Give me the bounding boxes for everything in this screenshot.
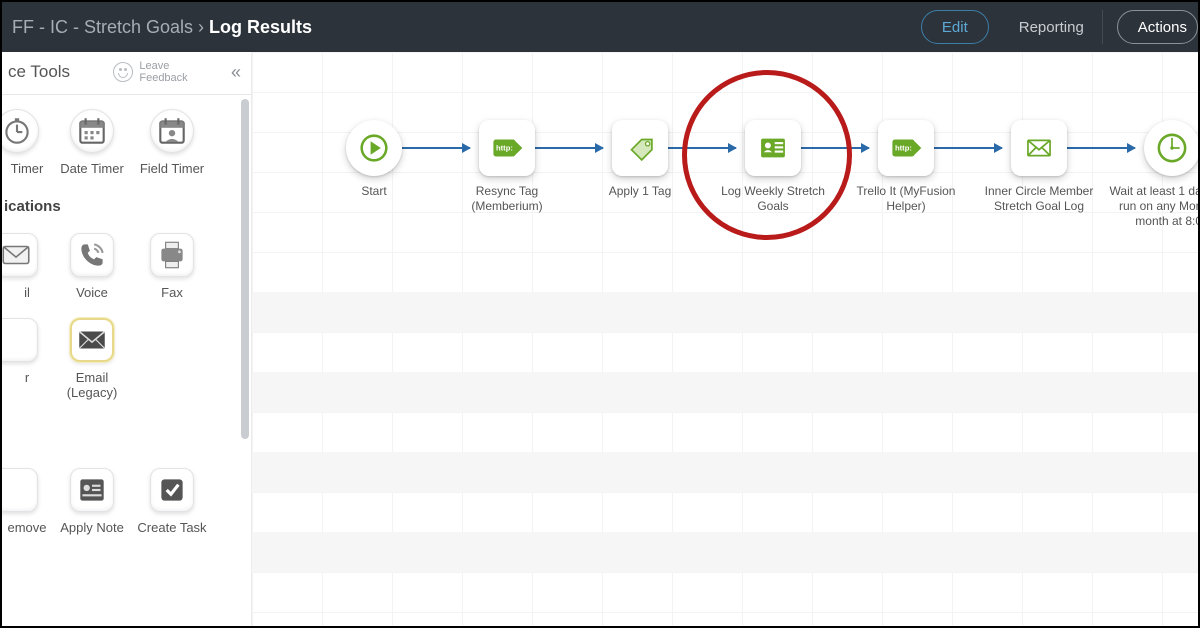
flow-arrow (1067, 147, 1135, 149)
node-label: Start (309, 184, 439, 199)
blank-icon (2, 318, 38, 362)
play-icon (346, 120, 402, 176)
flow-node-start[interactable]: Start (342, 120, 406, 199)
task-icon (150, 468, 194, 512)
blank-icon (2, 468, 38, 512)
clock-icon (2, 109, 39, 153)
tool-create-task[interactable]: Create Task (132, 468, 212, 535)
tool-mail-partial[interactable]: il (2, 233, 52, 300)
calendar-user-icon (150, 109, 194, 153)
flow-arrow (934, 147, 1002, 149)
tool-apply-note[interactable]: Apply Note (52, 468, 132, 535)
node-label: Inner Circle Member Stretch Goal Log (974, 184, 1104, 214)
svg-text:http:: http: (895, 144, 912, 153)
http-icon: http: (479, 120, 535, 176)
tool-email-legacy[interactable]: Email (Legacy) (52, 318, 132, 400)
tool-label: Email (Legacy) (52, 370, 132, 400)
calendar-icon (70, 109, 114, 153)
clock-icon (1144, 120, 1198, 176)
tools-sidebar: ce Tools LeaveFeedback « Timer (2, 52, 252, 626)
tool-timer[interactable]: Timer (2, 109, 52, 176)
tool-label: Date Timer (60, 161, 124, 176)
workflow-canvas[interactable]: Start http: Resync Tag (Memberium) Apply… (252, 52, 1198, 626)
tool-label: Field Timer (140, 161, 204, 176)
node-label: Resync Tag (Memberium) (442, 184, 572, 214)
flow-node-stretch-log[interactable]: Inner Circle Member Stretch Goal Log (1007, 120, 1071, 214)
tool-date-timer[interactable]: Date Timer (52, 109, 132, 176)
tool-label: Fax (161, 285, 183, 300)
actions-button[interactable]: Actions (1117, 10, 1198, 44)
flow-arrow (402, 147, 470, 149)
flow-node-apply-tag[interactable]: Apply 1 Tag (608, 120, 672, 199)
mail-icon (70, 318, 114, 362)
flow-arrow (801, 147, 869, 149)
flow-arrow (535, 147, 603, 149)
tool-partial-left[interactable]: r (2, 318, 52, 400)
tool-label: Create Task (137, 520, 206, 535)
node-label: Wait at least 1 day then run on any Mon … (1107, 184, 1198, 229)
node-label: Apply 1 Tag (575, 184, 705, 199)
tool-label: emove (7, 520, 46, 535)
edit-button[interactable]: Edit (921, 10, 989, 44)
breadcrumb[interactable]: FF - IC - Stretch Goals › Log Results (12, 17, 312, 38)
sidebar-scrollbar[interactable] (241, 99, 249, 459)
phone-icon (70, 233, 114, 277)
tool-label: Apply Note (60, 520, 124, 535)
tool-label: r (25, 370, 29, 385)
tool-remove[interactable]: emove (2, 468, 52, 535)
tool-label: Voice (76, 285, 108, 300)
breadcrumb-current: Log Results (209, 17, 312, 37)
breadcrumb-parent[interactable]: FF - IC - Stretch Goals (12, 17, 193, 37)
node-label: Log Weekly Stretch Goals (708, 184, 838, 214)
leave-feedback-link[interactable]: LeaveFeedback (113, 60, 187, 84)
flow-node-trello-it[interactable]: http: Trello It (MyFusion Helper) (874, 120, 938, 214)
reporting-button[interactable]: Reporting (1001, 10, 1103, 44)
tag-icon (612, 120, 668, 176)
top-header: FF - IC - Stretch Goals › Log Results Ed… (2, 2, 1198, 52)
collapse-sidebar-button[interactable]: « (231, 62, 241, 83)
tool-label: Timer (11, 161, 44, 176)
mail-icon (1011, 120, 1067, 176)
form-icon (745, 120, 801, 176)
header-actions: Edit Reporting Actions (921, 10, 1198, 44)
flow-node-wait[interactable]: Wait at least 1 day then run on any Mon … (1140, 120, 1198, 229)
http-icon: http: (878, 120, 934, 176)
fax-icon (150, 233, 194, 277)
node-label: Trello It (MyFusion Helper) (841, 184, 971, 214)
tool-label: il (24, 285, 30, 300)
sidebar-header: ce Tools LeaveFeedback « (2, 52, 251, 95)
flow-node-log-weekly[interactable]: Log Weekly Stretch Goals (741, 120, 805, 214)
mail-icon (2, 233, 38, 277)
svg-text:http:: http: (496, 144, 513, 153)
tool-voice[interactable]: Voice (52, 233, 132, 300)
smile-icon (113, 62, 133, 82)
tool-fax[interactable]: Fax (132, 233, 212, 300)
flow-node-resync-tag[interactable]: http: Resync Tag (Memberium) (475, 120, 539, 214)
sidebar-title: ce Tools (8, 62, 70, 82)
note-icon (70, 468, 114, 512)
flow-arrow (668, 147, 736, 149)
tool-field-timer[interactable]: Field Timer (132, 109, 212, 176)
category-communications: ications (2, 194, 251, 219)
